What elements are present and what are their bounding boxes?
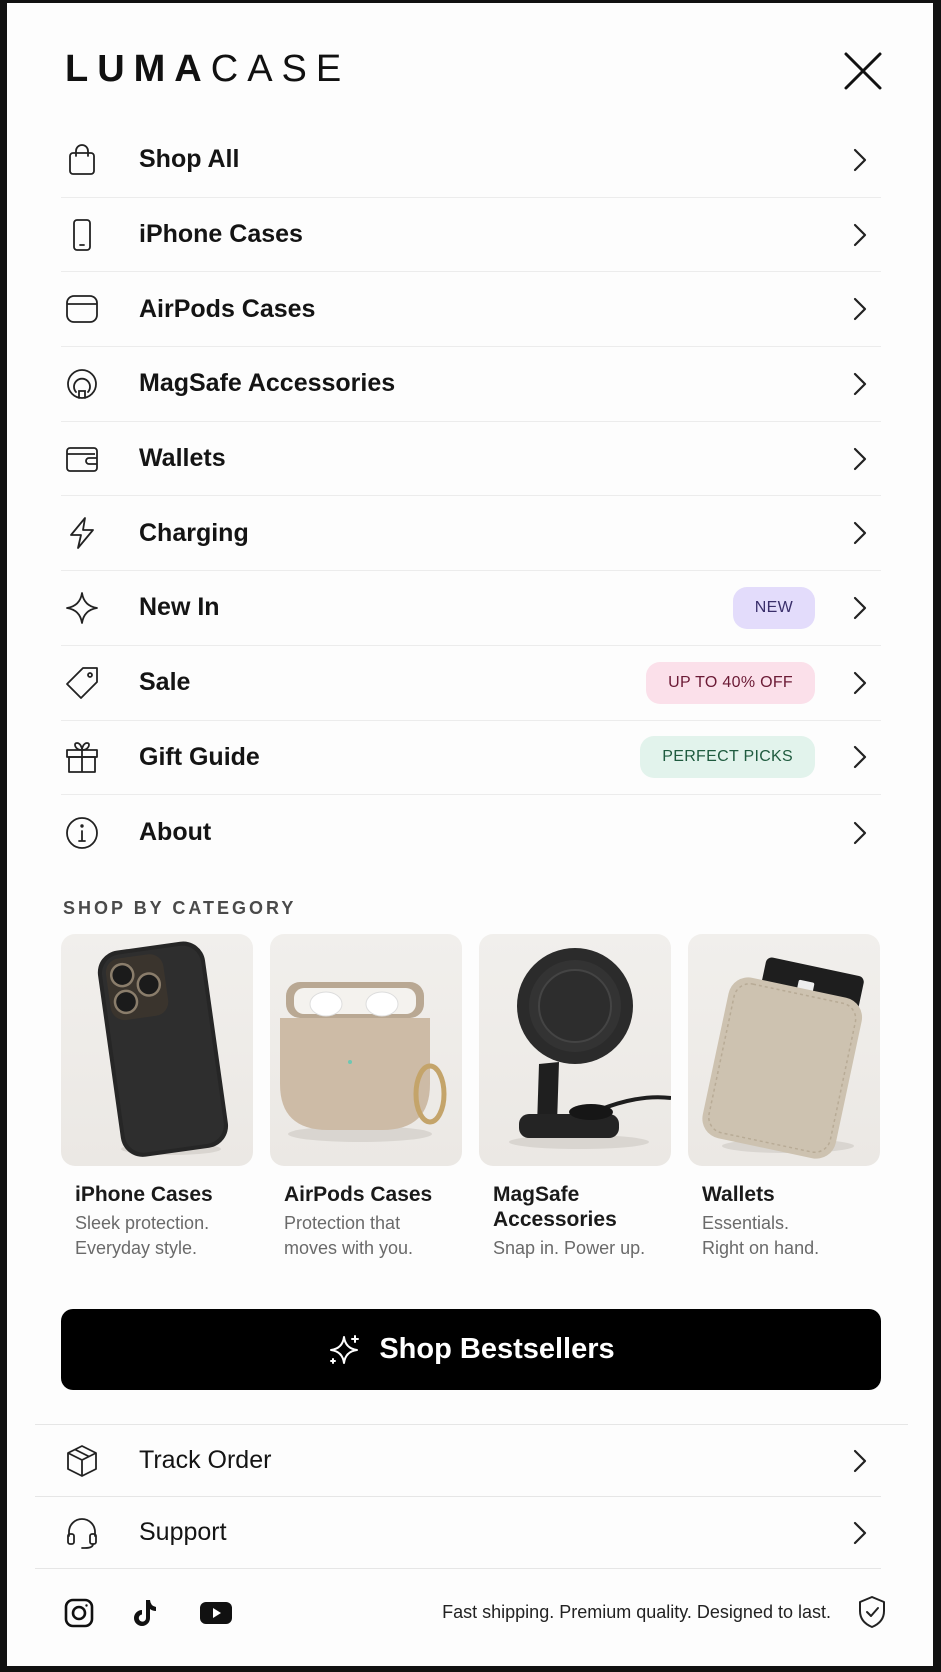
navigation-drawer: LUMA CASE Shop All iPhone Cases AirPods C… <box>7 3 933 1666</box>
menu-item-sale[interactable]: Sale UP TO 40% OFF <box>61 646 881 721</box>
info-icon <box>66 816 98 849</box>
menu-item-gift-guide[interactable]: Gift Guide PERFECT PICKS <box>61 721 881 796</box>
shop-bestsellers-label: Shop Bestsellers <box>379 1333 615 1365</box>
category-title: AirPods Cases <box>284 1183 433 1206</box>
menu-item-label: Track Order <box>139 1446 272 1474</box>
main-menu: Shop All iPhone Cases AirPods Cases MagS… <box>61 123 881 870</box>
category-image <box>688 934 880 1166</box>
chevron-right-icon <box>853 223 867 246</box>
category-subtitle: Essentials. Right on hand. <box>702 1213 820 1258</box>
category-card-wallets[interactable]: Wallets Essentials. Right on hand. <box>688 934 880 1261</box>
wallet-icon <box>66 446 98 472</box>
category-title: Wallets <box>702 1183 775 1206</box>
shop-bestsellers-button[interactable]: Shop Bestsellers <box>61 1309 881 1390</box>
menu-item-track-order[interactable]: Track Order <box>35 1425 881 1497</box>
menu-item-iphone-cases[interactable]: iPhone Cases <box>61 198 881 273</box>
category-subtitle: Protection that moves with you. <box>284 1213 414 1258</box>
menu-item-label: AirPods Cases <box>139 294 316 323</box>
chevron-right-icon <box>853 148 867 171</box>
menu-item-label: About <box>139 818 212 847</box>
footer-tagline: Fast shipping. Premium quality. Designed… <box>442 1602 831 1622</box>
category-title: MagSafe Accessories <box>493 1183 617 1231</box>
phone-icon <box>73 218 91 251</box>
brand-logo[interactable]: LUMA CASE <box>65 47 351 90</box>
category-card-airpods-cases[interactable]: AirPods Cases Protection that moves with… <box>270 934 462 1261</box>
menu-item-shop-all[interactable]: Shop All <box>61 123 881 198</box>
shield-check-icon <box>859 1596 885 1628</box>
menu-item-label: Gift Guide <box>139 742 260 771</box>
brand-logo-bold: LUMA <box>65 47 211 90</box>
box-icon <box>67 1444 97 1477</box>
menu-item-support[interactable]: Support <box>35 1497 881 1569</box>
tiktok-icon[interactable] <box>129 1597 161 1629</box>
footer: Fast shipping. Premium quality. Designed… <box>61 1591 887 1635</box>
chevron-right-icon <box>853 1449 867 1472</box>
airpods-case-icon <box>66 295 98 324</box>
chevron-right-icon <box>853 671 867 694</box>
gift-badge: PERFECT PICKS <box>640 736 815 779</box>
new-badge: NEW <box>732 586 815 629</box>
category-image <box>61 934 253 1166</box>
category-grid: iPhone Cases Sleek protection. Everyday … <box>61 934 881 1261</box>
sparkle-icon <box>66 592 98 624</box>
menu-item-wallets[interactable]: Wallets <box>61 422 881 497</box>
menu-item-label: iPhone Cases <box>139 220 303 249</box>
youtube-icon[interactable] <box>199 1597 233 1629</box>
menu-item-new-in[interactable]: New In NEW <box>61 571 881 646</box>
chevron-right-icon <box>853 596 867 620</box>
section-title: SHOP BY CATEGORY <box>63 898 297 918</box>
chevron-right-icon <box>853 372 867 396</box>
menu-item-label: Sale <box>139 668 191 697</box>
tag-icon <box>66 666 98 699</box>
instagram-icon[interactable] <box>63 1597 95 1629</box>
category-subtitle: Sleek protection. Everyday style. <box>75 1213 210 1258</box>
category-title: iPhone Cases <box>75 1183 213 1206</box>
magsafe-icon <box>67 369 97 399</box>
chevron-right-icon <box>853 746 867 769</box>
category-card-magsafe-accessories[interactable]: MagSafe Accessories Snap in. Power up. <box>479 934 671 1261</box>
chevron-right-icon <box>853 821 867 844</box>
bolt-icon <box>70 517 94 550</box>
menu-item-charging[interactable]: Charging <box>61 496 881 572</box>
menu-item-label: Wallets <box>139 444 226 473</box>
menu-item-label: New In <box>139 593 220 622</box>
sale-badge: UP TO 40% OFF <box>646 661 815 704</box>
chevron-right-icon <box>853 522 867 545</box>
menu-item-label: Shop All <box>139 145 240 174</box>
category-card-iphone-cases[interactable]: iPhone Cases Sleek protection. Everyday … <box>61 934 253 1261</box>
category-subtitle: Snap in. Power up. <box>493 1238 646 1258</box>
brand-logo-light: CASE <box>210 47 351 90</box>
chevron-right-icon <box>853 1521 867 1544</box>
category-image <box>479 934 671 1166</box>
secondary-links: Track Order Support <box>35 1424 908 1569</box>
sparkle-icon <box>330 1334 360 1364</box>
chevron-right-icon <box>853 447 867 470</box>
chevron-right-icon <box>853 298 867 321</box>
bag-icon <box>69 143 95 175</box>
menu-item-label: MagSafe Accessories <box>139 369 396 398</box>
menu-item-magsafe-accessories[interactable]: MagSafe Accessories <box>61 347 881 422</box>
headset-icon <box>67 1517 97 1549</box>
menu-item-airpods-cases[interactable]: AirPods Cases <box>61 272 881 348</box>
gift-icon <box>66 742 98 774</box>
menu-item-label: Support <box>139 1518 227 1546</box>
category-image <box>270 934 462 1166</box>
menu-item-about[interactable]: About <box>61 795 881 870</box>
menu-item-label: Charging <box>139 518 249 547</box>
close-icon[interactable] <box>843 51 883 91</box>
